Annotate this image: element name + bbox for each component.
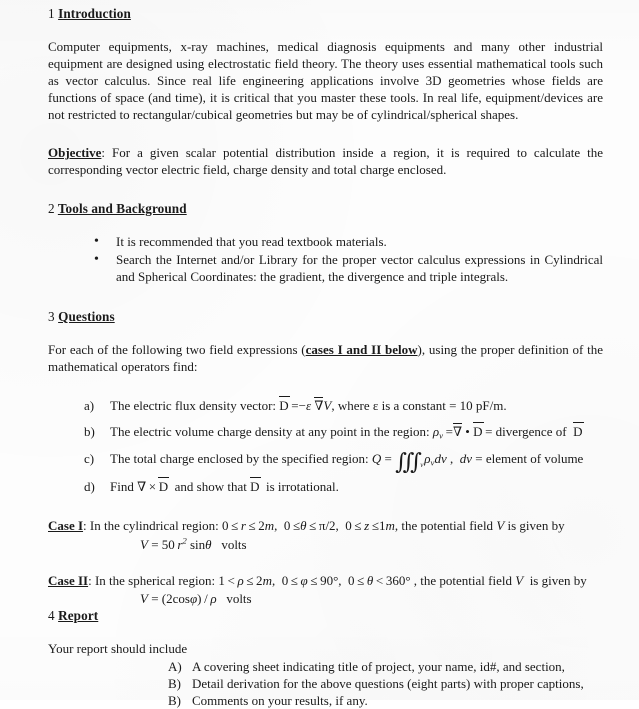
list-item: Search the Internet and/or Library for t… (94, 251, 603, 286)
heading-title-report: Report (58, 607, 99, 623)
item-text-before: The total charge enclosed by the specifi… (110, 450, 372, 466)
case-one-text: : In the cylindrical region: 0 ≤ r ≤ 2m,… (83, 517, 565, 533)
paragraph-questions-intro: For each of the following two field expr… (48, 342, 603, 376)
equation-flux-density: D =−ε ∇V (279, 396, 332, 413)
list-item: c) The total charge enclosed by the spec… (84, 449, 603, 476)
case-one-block: Case I: In the cylindrical region: 0 ≤ r… (48, 517, 603, 555)
heading-number-introduction: 1 (48, 6, 55, 21)
item-text: Detail derivation for the above question… (192, 675, 584, 691)
equation-curl: ∇ × D (137, 477, 170, 494)
list-item: B) Detail derivation for the above quest… (168, 675, 603, 692)
report-items-list: A) A covering sheet indicating title of … (48, 658, 603, 709)
objective-text: : For a given scalar potential distribut… (48, 145, 603, 178)
item-marker: c) (84, 450, 95, 466)
equation-charge-density: ρv =∇ • D = divergence of D (432, 422, 585, 441)
case-one-equation: V = 50 r2 sinθ volts (140, 536, 247, 553)
list-item: A) A covering sheet indicating title of … (168, 658, 603, 675)
case-two-text: : In the spherical region: 1 < ρ ≤ 2m, 0… (88, 572, 587, 588)
questions-intro-emphasis: cases I and II below (305, 341, 418, 357)
case-two-equation: V = (2cosφ) / ρ volts (140, 590, 252, 606)
questions-list: a) The electric flux density vector: D =… (48, 396, 603, 496)
item-marker: d) (84, 478, 95, 494)
case-two-label: Case II (48, 572, 89, 588)
item-text: A covering sheet indicating title of pro… (192, 658, 565, 674)
heading-title-questions: Questions (58, 308, 115, 324)
list-item: d) Find ∇ × D and show that D is irrotat… (84, 477, 603, 496)
list-item: B) Comments on your results, if any. (168, 692, 603, 709)
heading-title-introduction: Introduction (58, 6, 131, 21)
item-marker: b) (84, 423, 95, 439)
item-text-after: and show that D is irrotational. (168, 477, 339, 494)
item-text-after: , where ε is a constant = 10 pF/m. (331, 397, 507, 413)
case-one-label: Case I (48, 517, 84, 533)
case-two-block: Case II: In the spherical region: 1 < ρ … (48, 572, 603, 608)
item-marker: B) (168, 675, 181, 691)
heading-report: 4 Report (48, 608, 603, 624)
list-item: It is recommended that you read textbook… (94, 233, 603, 251)
report-lead-text: Your report should include (48, 640, 188, 656)
equation-total-charge: Q = ∭ vρvdv , dv = element of volume (371, 449, 584, 476)
objective-label: Objective (48, 145, 102, 161)
item-text-before: The electric flux density vector: (110, 397, 280, 413)
item-text-before: The electric volume charge density at an… (110, 423, 433, 439)
heading-number-questions: 3 (48, 308, 55, 324)
heading-tools: 2 Tools and Background (48, 201, 603, 217)
list-item: b) The electric volume charge density at… (84, 422, 603, 442)
paragraph-objective: Objective: For a given scalar potential … (48, 145, 603, 179)
tools-bullet-list: It is recommended that you read textbook… (48, 233, 603, 286)
paragraph-introduction: Computer equipments, x-ray machines, med… (48, 39, 603, 122)
document-page: 1 Introduction Computer equipments, x-ra… (0, 0, 639, 708)
questions-intro-before: For each of the following two field expr… (48, 341, 306, 357)
heading-number-report: 4 (48, 607, 55, 623)
document-content: 1 Introduction Computer equipments, x-ra… (0, 0, 639, 709)
item-text-before: Find (110, 478, 138, 494)
item-text: Comments on your results, if any. (192, 693, 368, 709)
heading-questions: 3 Questions (48, 309, 603, 325)
item-marker: a) (84, 397, 95, 413)
item-marker: B) (168, 693, 181, 709)
item-marker: A) (168, 658, 182, 674)
heading-number-tools: 2 (48, 201, 55, 217)
heading-title-tools: Tools and Background (57, 201, 187, 217)
list-item: a) The electric flux density vector: D =… (84, 396, 603, 415)
heading-introduction: 1 Introduction (48, 6, 603, 22)
